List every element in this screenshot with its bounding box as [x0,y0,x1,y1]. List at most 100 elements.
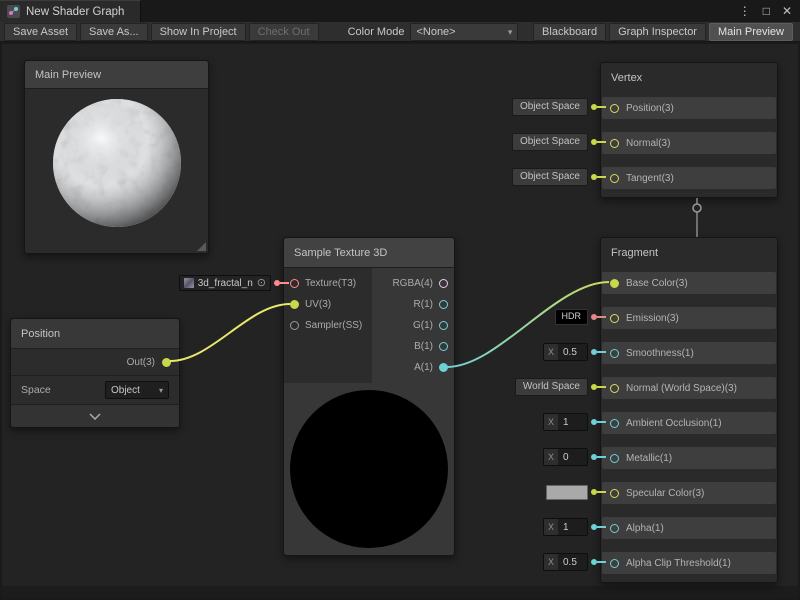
close-icon[interactable]: ✕ [782,4,792,18]
float-field[interactable]: X 0.5 [543,343,588,361]
output-row-b[interactable]: B(1) [372,336,454,357]
output-row-r[interactable]: R(1) [372,294,454,315]
preview-sphere[interactable] [51,97,183,229]
input-row-sampler[interactable]: Sampler(SS) [284,315,372,336]
graph-canvas[interactable]: Main Preview [0,42,800,600]
fragment-row-base-color[interactable]: Base Color(3) [602,272,776,294]
fragment-row-specular-color[interactable]: Specular Color(3) [602,482,776,504]
color-mode-dropdown[interactable]: <None> ▾ [410,23,518,41]
g-output-port[interactable] [439,321,448,330]
vertex-row-tangent[interactable]: Tangent(3) [602,167,776,189]
fragment-row-metallic[interactable]: Metallic(1) [602,447,776,469]
fragment-row-normal-ws[interactable]: Normal (World Space)(3) [602,377,776,399]
output-row-g[interactable]: G(1) [372,315,454,336]
space-pill[interactable]: Object Space [512,133,588,151]
input-row-texture[interactable]: Texture(T3) [284,273,372,294]
float-field[interactable]: X 1 [543,413,588,431]
collapse-strip[interactable] [11,404,179,427]
vertex-row-normal[interactable]: Normal(3) [602,132,776,154]
save-asset-button[interactable]: Save Asset [4,23,77,41]
metallic-input-port[interactable] [610,454,619,463]
show-in-project-button[interactable]: Show In Project [151,23,246,41]
sampler-input-port[interactable] [290,321,299,330]
r-output-port[interactable] [439,300,448,309]
tangent-space-widget[interactable]: Object Space [512,168,606,186]
fragment-node-header[interactable]: Fragment [601,238,777,268]
texture-object-field-widget[interactable]: 3d_fractal_n ⊙ [179,274,289,292]
normal-input-port[interactable] [610,139,619,148]
graph-inspector-button[interactable]: Graph Inspector [609,23,706,41]
ambient-occlusion-input-port[interactable] [610,419,619,428]
fragment-row-emission[interactable]: Emission(3) [602,307,776,329]
float-value[interactable]: 0.5 [558,554,587,570]
space-pill[interactable]: World Space [515,378,588,396]
float-field[interactable]: X 1 [543,518,588,536]
space-dropdown[interactable]: Object ▾ [105,381,169,399]
maximize-icon[interactable]: □ [763,4,770,18]
main-preview-body[interactable] [25,89,208,253]
blackboard-button[interactable]: Blackboard [533,23,606,41]
float-field[interactable]: X 0.5 [543,553,588,571]
position-space-widget[interactable]: Object Space [512,98,606,116]
fragment-node[interactable]: Fragment Base Color(3) Emission(3) Smoot… [600,237,778,583]
color-swatch[interactable] [546,485,588,500]
save-as-button[interactable]: Save As... [80,23,148,41]
position-node-header[interactable]: Position [11,319,179,349]
kebab-menu-icon[interactable]: ⋮ [739,4,751,18]
position-input-port[interactable] [610,104,619,113]
alpha-input-port[interactable] [610,524,619,533]
object-picker-icon[interactable]: ⊙ [257,278,266,289]
texture-input-port[interactable] [290,279,299,288]
fragment-row-alpha[interactable]: Alpha(1) [602,517,776,539]
float-value[interactable]: 0.5 [558,344,587,360]
space-pill[interactable]: Object Space [512,98,588,116]
space-pill[interactable]: Object Space [512,168,588,186]
position-node[interactable]: Position Out(3) Space Object ▾ [10,318,180,428]
base-color-input-port[interactable] [610,279,619,288]
alpha-float-field[interactable]: X 1 [543,518,606,536]
rgba-output-port[interactable] [439,279,448,288]
metallic-float-field[interactable]: X 0 [543,448,606,466]
float-field[interactable]: X 0 [543,448,588,466]
main-preview-button[interactable]: Main Preview [709,23,793,41]
tab-shader-graph[interactable]: New Shader Graph [0,0,141,22]
vertex-node[interactable]: Vertex Position(3) Normal(3) Tangent(3) [600,62,778,198]
float-value[interactable]: 0 [558,449,587,465]
vertex-row-position[interactable]: Position(3) [602,97,776,119]
output-row-a[interactable]: A(1) [372,357,454,378]
specular-color-input-port[interactable] [610,489,619,498]
float-value[interactable]: 1 [558,519,587,535]
alpha-clip-input-port[interactable] [610,559,619,568]
fragment-row-alpha-clip[interactable]: Alpha Clip Threshold(1) [602,552,776,574]
vertex-node-header[interactable]: Vertex [601,63,777,93]
tangent-input-port[interactable] [610,174,619,183]
normal-ws-input-port[interactable] [610,384,619,393]
emission-input-port[interactable] [610,314,619,323]
out-output-port[interactable] [162,358,171,367]
uv-input-port[interactable] [290,300,299,309]
input-row-uv[interactable]: UV(3) [284,294,372,315]
normal-space-widget-fragment[interactable]: World Space [515,378,606,396]
sample-texture-3d-header[interactable]: Sample Texture 3D [284,238,454,268]
emission-color-widget[interactable]: HDR [555,308,607,326]
fragment-row-smoothness[interactable]: Smoothness(1) [602,342,776,364]
texture-object-field[interactable]: 3d_fractal_n ⊙ [179,275,271,291]
main-preview-panel[interactable]: Main Preview [24,60,209,254]
hdr-color-field[interactable]: HDR [555,309,589,325]
specular-color-widget[interactable] [546,483,606,501]
smoothness-float-field[interactable]: X 0.5 [543,343,606,361]
fragment-row-ambient-occlusion[interactable]: Ambient Occlusion(1) [602,412,776,434]
ambient-occlusion-float-field[interactable]: X 1 [543,413,606,431]
a-output-port[interactable] [439,363,448,372]
resize-handle-icon[interactable] [197,242,206,251]
b-output-port[interactable] [439,342,448,351]
smoothness-input-port[interactable] [610,349,619,358]
main-preview-header[interactable]: Main Preview [25,61,208,89]
float-value[interactable]: 1 [558,414,587,430]
normal-space-widget[interactable]: Object Space [512,133,606,151]
output-row-rgba[interactable]: RGBA(4) [372,273,454,294]
position-out-row[interactable]: Out(3) [11,349,179,375]
sample-texture-3d-node[interactable]: Sample Texture 3D Texture(T3) UV(3) Samp… [283,237,455,556]
alpha-clip-float-field[interactable]: X 0.5 [543,553,606,571]
edge-position-to-uv[interactable] [170,304,290,361]
